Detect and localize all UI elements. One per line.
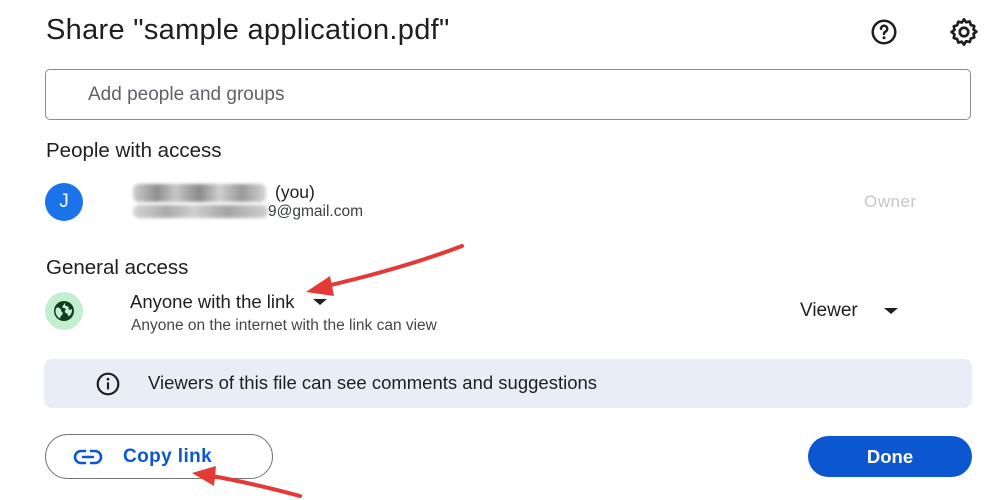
add-people-placeholder: Add people and groups	[88, 84, 285, 105]
people-with-access-heading: People with access	[46, 139, 222, 162]
info-banner: Viewers of this file can see comments an…	[44, 359, 972, 408]
settings-button[interactable]	[946, 14, 982, 50]
annotation-arrow-top	[306, 244, 464, 296]
help-button[interactable]	[866, 14, 902, 50]
owner-email: 9@gmail.com	[268, 203, 363, 220]
copy-link-label: Copy link	[123, 445, 213, 467]
blurred-user-name	[133, 184, 266, 202]
role-label: Viewer	[800, 300, 858, 321]
chevron-down-icon	[883, 308, 898, 314]
copy-link-button[interactable]: Copy link	[45, 434, 273, 479]
link-icon	[73, 448, 103, 466]
general-access-dropdown[interactable]: Anyone with the link	[130, 291, 327, 313]
general-access-label: Anyone with the link	[130, 291, 295, 312]
help-circle-icon	[871, 19, 897, 45]
blurred-email-prefix	[133, 205, 268, 218]
globe-icon-badge	[45, 292, 83, 330]
dialog-title: Share "sample application.pdf"	[46, 14, 450, 46]
avatar: J	[45, 183, 83, 221]
add-people-input[interactable]: Add people and groups	[45, 69, 971, 120]
general-access-description: Anyone on the internet with the link can…	[131, 317, 437, 334]
role-dropdown[interactable]: Viewer	[800, 300, 898, 322]
owner-role: Owner	[864, 192, 917, 211]
done-button[interactable]: Done	[808, 436, 972, 477]
general-access-heading: General access	[46, 256, 189, 279]
info-banner-text: Viewers of this file can see comments an…	[148, 372, 598, 393]
owner-you-label: (you)	[275, 182, 315, 202]
chevron-down-icon	[312, 299, 327, 305]
info-icon	[96, 372, 120, 396]
gear-icon	[950, 18, 978, 46]
globe-icon	[54, 301, 74, 321]
